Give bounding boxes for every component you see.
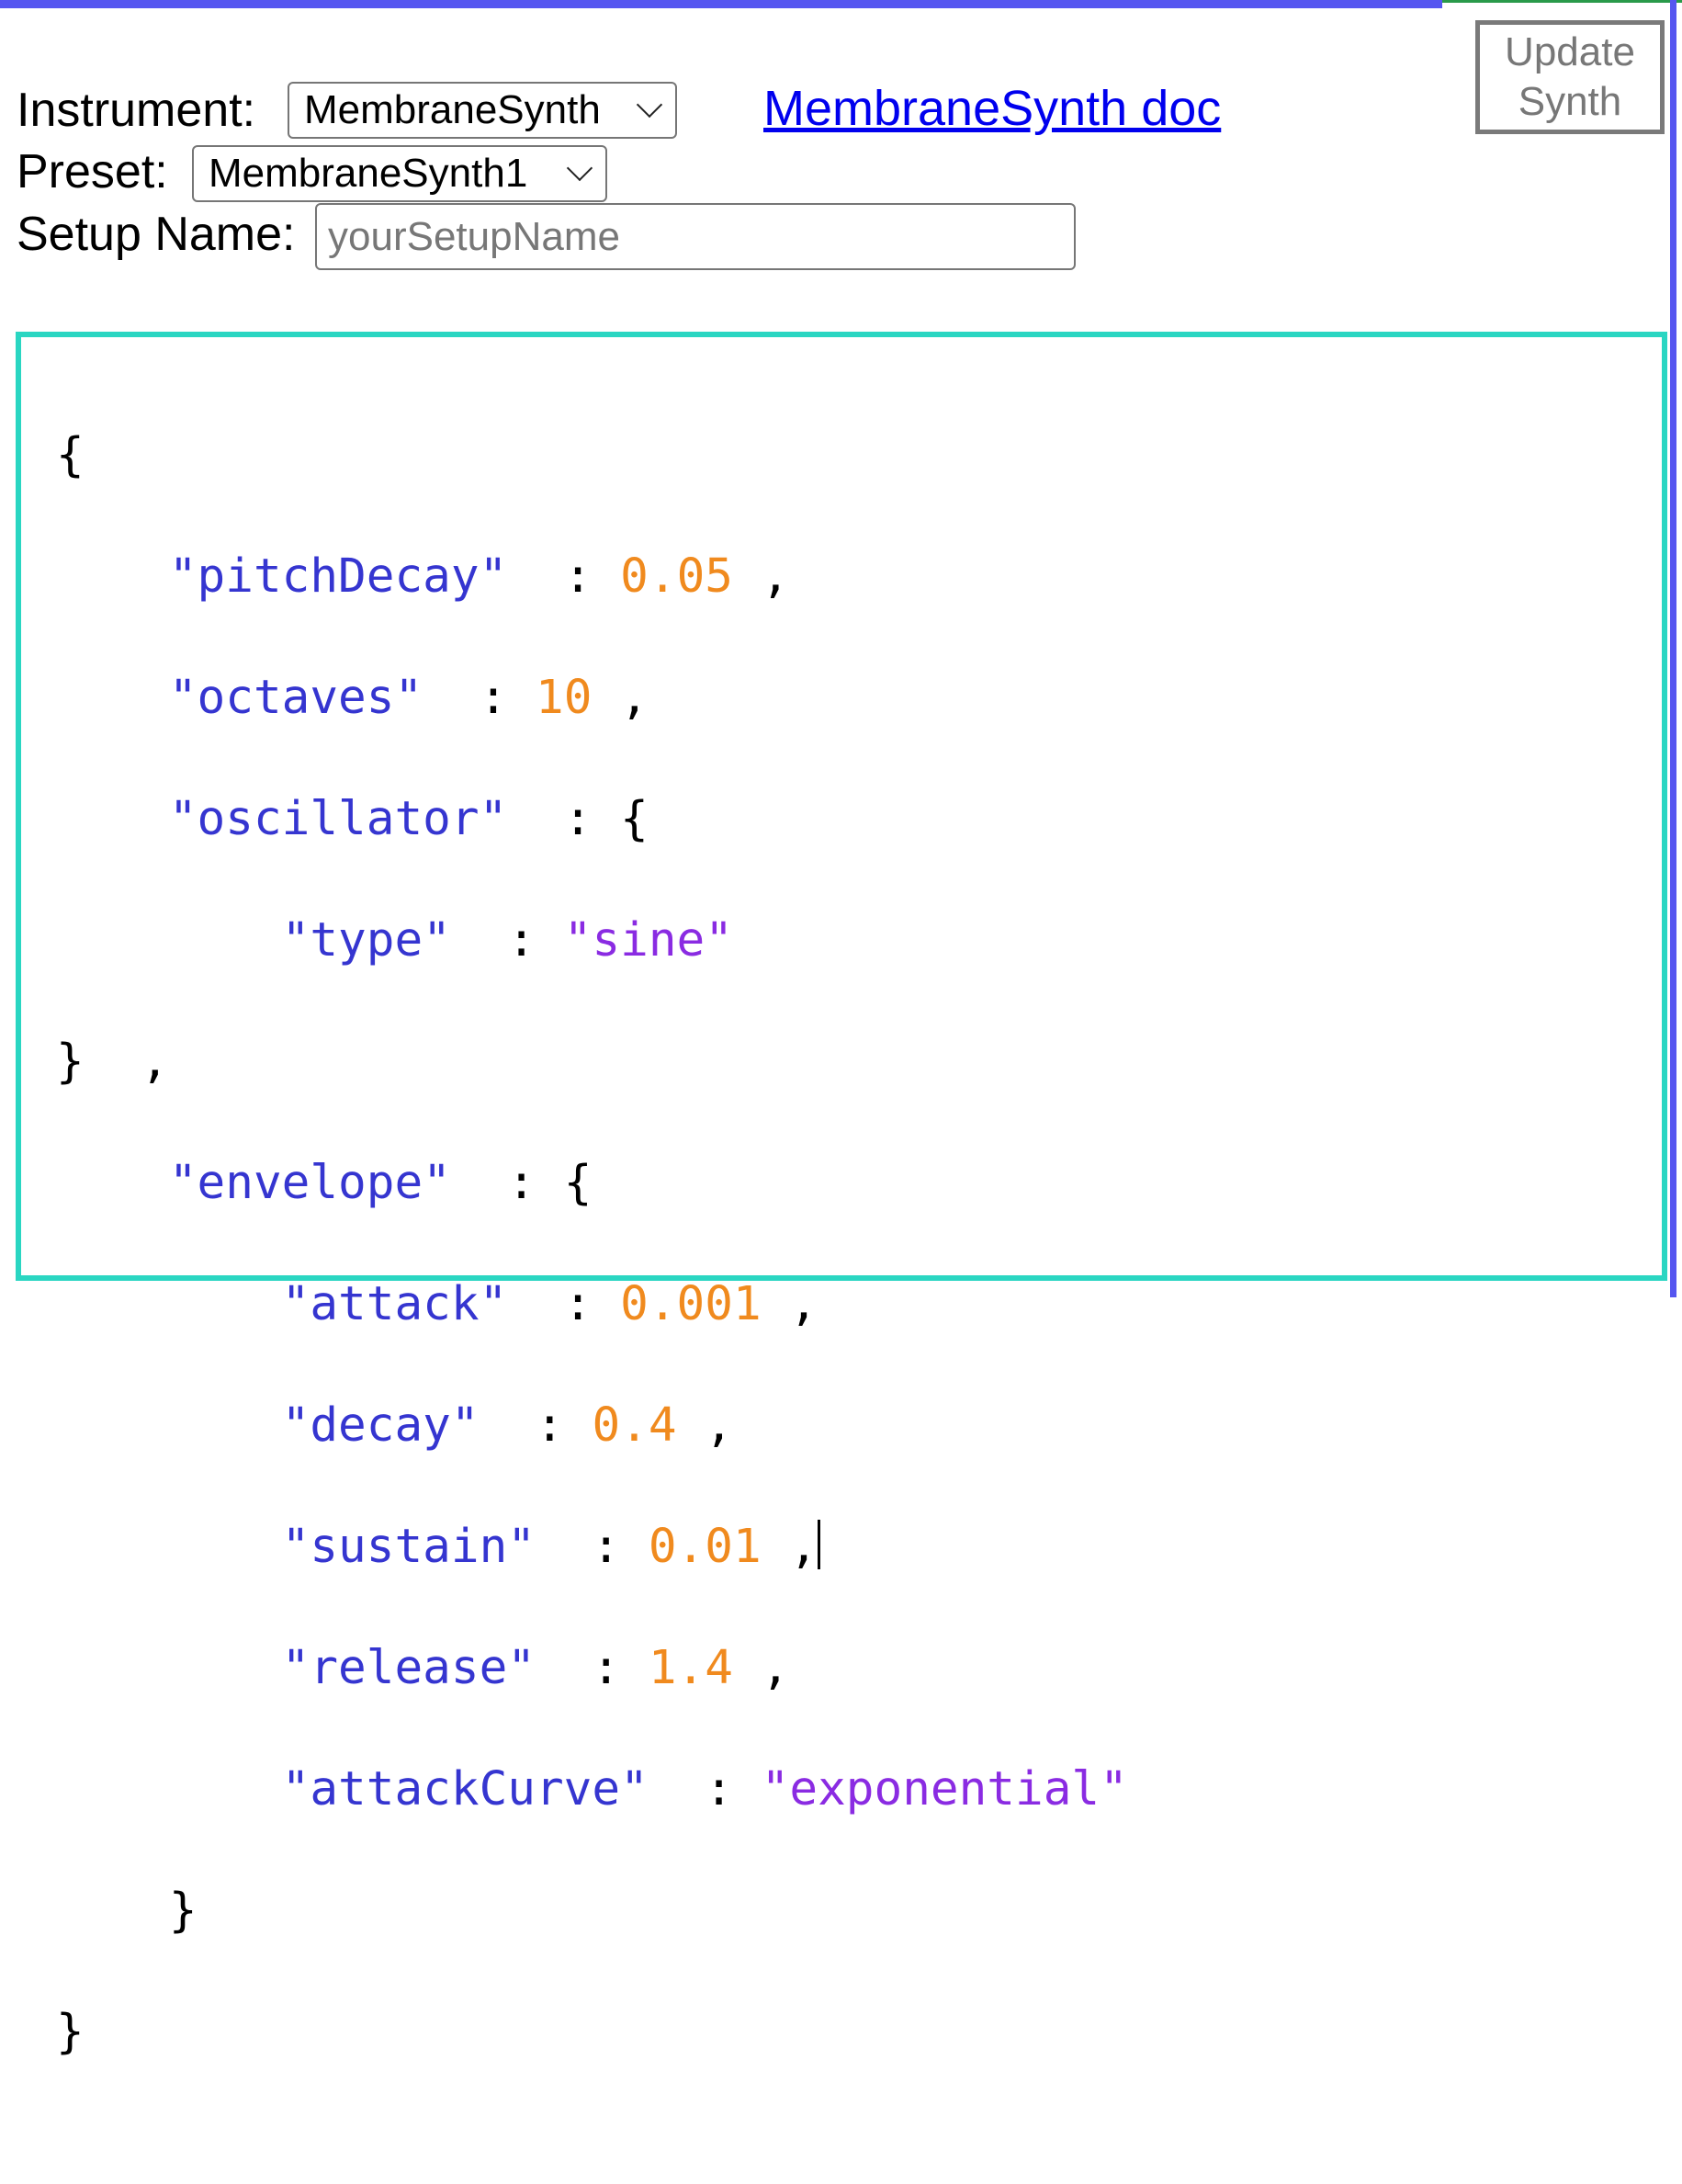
json-code[interactable]: { "pitchDecay" : 0.05 , "octaves" : 10 ,… (56, 365, 1128, 2184)
code-brace: { (56, 428, 85, 482)
code-number: 0.05 (620, 549, 733, 604)
code-line: "envelope" : { (168, 1156, 593, 1210)
code-brace: } (168, 1884, 198, 1938)
instrument-select-value: MembraneSynth (304, 87, 601, 132)
chevron-down-icon (566, 154, 593, 182)
code-key: "release" (281, 1641, 536, 1695)
code-string: "sine" (563, 913, 733, 968)
setup-name-input[interactable] (315, 203, 1076, 270)
preset-select-value: MembraneSynth1 (209, 151, 528, 196)
instrument-select[interactable]: MembraneSynth (288, 82, 677, 139)
code-line: "oscillator" : { (168, 792, 649, 846)
code-key: "decay" (281, 1398, 480, 1453)
code-line: "octaves" : 10 , (168, 671, 649, 725)
code-brace: } (56, 2005, 85, 2059)
instrument-label: Instrument: (17, 84, 256, 137)
code-line: "attack" : 0.001 , (281, 1277, 818, 1331)
code-key: "attack" (281, 1277, 508, 1331)
right-border (1670, 0, 1676, 1297)
update-synth-button-line2: Synth (1518, 79, 1622, 124)
code-line: "attackCurve" : "exponential" (281, 1762, 1128, 1816)
json-editor[interactable]: { "pitchDecay" : 0.05 , "octaves" : 10 ,… (16, 332, 1667, 2059)
code-line: { (56, 425, 1128, 486)
text-caret (818, 1520, 821, 1569)
code-line: "type" : "sine" (281, 913, 733, 968)
code-key: "oscillator" (168, 792, 508, 846)
update-synth-button[interactable]: Update Synth (1475, 20, 1665, 134)
code-line: } (56, 1881, 1128, 1941)
code-number: 0.001 (620, 1277, 762, 1331)
chevron-down-icon (636, 91, 663, 119)
top-border-accent (1442, 0, 1682, 3)
code-line: } (56, 2002, 1128, 2063)
setup-name-label: Setup Name: (17, 208, 296, 261)
code-line: "pitchDecay" : 0.05 , (168, 549, 790, 604)
code-number: 1.4 (648, 1641, 733, 1695)
code-number: 0.4 (592, 1398, 677, 1453)
app-frame: Instrument: MembraneSynth MembraneSynth … (0, 0, 1682, 2059)
code-number: 0.01 (648, 1520, 762, 1574)
preset-select[interactable]: MembraneSynth1 (192, 145, 607, 202)
top-border (0, 0, 1442, 8)
code-line: } , (56, 1035, 169, 1089)
code-string: "exponential" (761, 1762, 1128, 1816)
code-key: "attackCurve" (281, 1762, 649, 1816)
code-number: 10 (536, 671, 593, 725)
code-key: "envelope" (168, 1156, 451, 1210)
doc-link[interactable]: MembraneSynth doc (763, 84, 1221, 133)
code-line: "release" : 1.4 , (281, 1641, 790, 1695)
update-synth-button-line1: Update (1505, 29, 1635, 74)
code-key: "type" (281, 913, 451, 968)
code-line: "sustain" : 0.01 , (56, 1517, 1128, 1578)
code-line: "decay" : 0.4 , (281, 1398, 733, 1453)
preset-label: Preset: (17, 145, 168, 198)
code-key: "octaves" (168, 671, 423, 725)
code-key: "pitchDecay" (168, 549, 508, 604)
code-key: "sustain" (281, 1520, 536, 1574)
